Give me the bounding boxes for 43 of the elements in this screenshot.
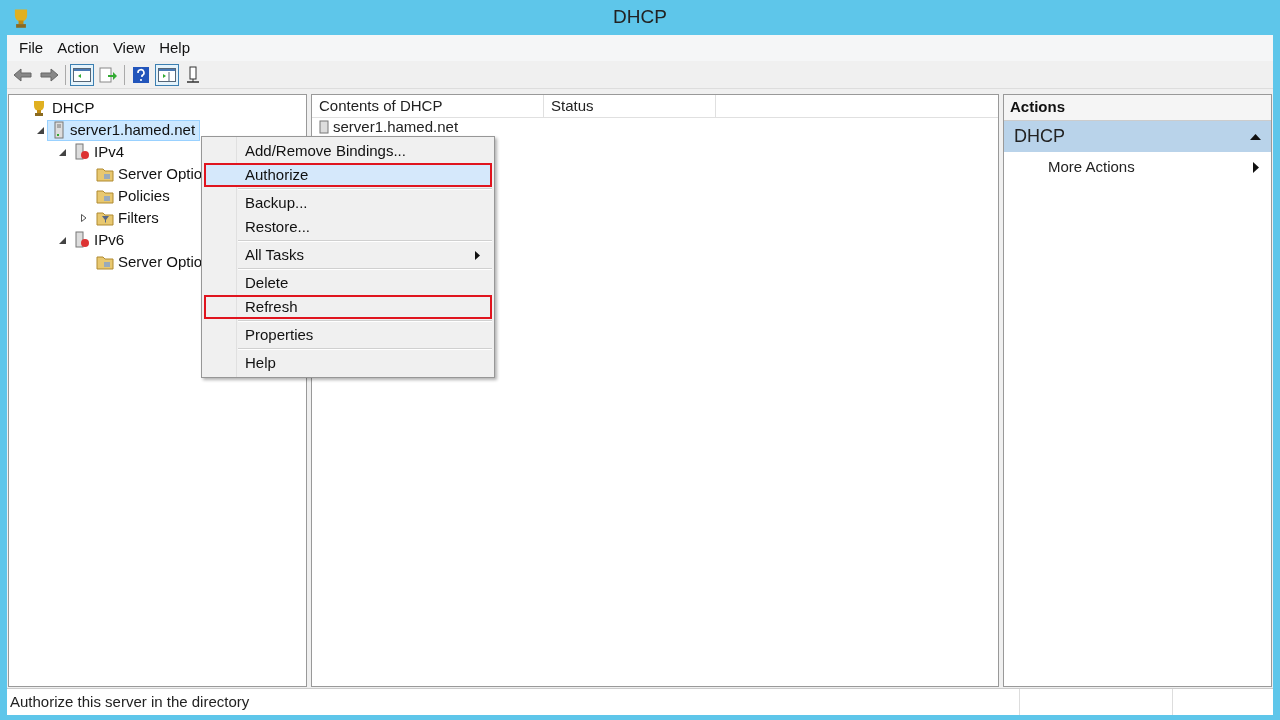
context-menu-item[interactable]: Help (204, 351, 492, 375)
action-pane-button[interactable] (155, 63, 179, 86)
folder-icon (96, 254, 114, 270)
server-icon (319, 119, 329, 134)
context-menu-item[interactable]: Properties (204, 323, 492, 347)
tree-item[interactable]: IPv6 (69, 229, 129, 251)
expanded-arrow-icon[interactable] (58, 148, 66, 156)
action-item[interactable]: More Actions (1004, 152, 1271, 182)
context-menu-item[interactable]: Refresh (204, 295, 492, 319)
tree-item[interactable]: IPv4 (69, 141, 129, 163)
actions-title: Actions (1004, 95, 1271, 121)
collapse-arrow-icon (1250, 133, 1261, 140)
filter-icon (96, 210, 114, 226)
server-icon (74, 231, 90, 249)
column-header[interactable]: Contents of DHCP (312, 95, 544, 117)
list-row[interactable]: server1.hamed.net (312, 118, 998, 135)
folder-icon (96, 166, 114, 182)
window-title: DHCP (612, 5, 668, 30)
column-header[interactable]: Status (544, 95, 716, 117)
actions-section-header[interactable]: DHCP (1004, 121, 1271, 152)
context-menu-item[interactable]: Backup... (204, 191, 492, 215)
server-icon (52, 121, 66, 139)
context-menu-item[interactable]: Delete (204, 271, 492, 295)
tree-item[interactable]: DHCP (25, 97, 100, 119)
expanded-arrow-icon[interactable] (58, 236, 66, 244)
tree-item[interactable]: Filters (91, 207, 164, 229)
context-menu-item[interactable]: Add/Remove Bindings... (204, 139, 492, 163)
status-text: Authorize this server in the directory (7, 689, 1020, 715)
folder-icon (96, 188, 114, 204)
console-tree-button[interactable] (70, 63, 94, 86)
menu-item[interactable]: Help (152, 36, 197, 60)
server-icon (74, 143, 90, 161)
context-menu-item[interactable]: Restore... (204, 215, 492, 239)
tree-item[interactable]: server1.hamed.net (47, 119, 201, 141)
collapsed-arrow-icon[interactable] (81, 214, 87, 222)
submenu-arrow-icon (475, 250, 480, 260)
tree-item[interactable]: Policies (91, 185, 175, 207)
menu-item[interactable]: File (12, 36, 51, 60)
context-menu-item[interactable]: Authorize (204, 163, 492, 187)
menu-item[interactable]: Action (50, 36, 106, 60)
expanded-arrow-icon[interactable] (36, 126, 44, 134)
submenu-arrow-icon (1253, 161, 1259, 173)
menu-item[interactable]: View (105, 36, 153, 60)
